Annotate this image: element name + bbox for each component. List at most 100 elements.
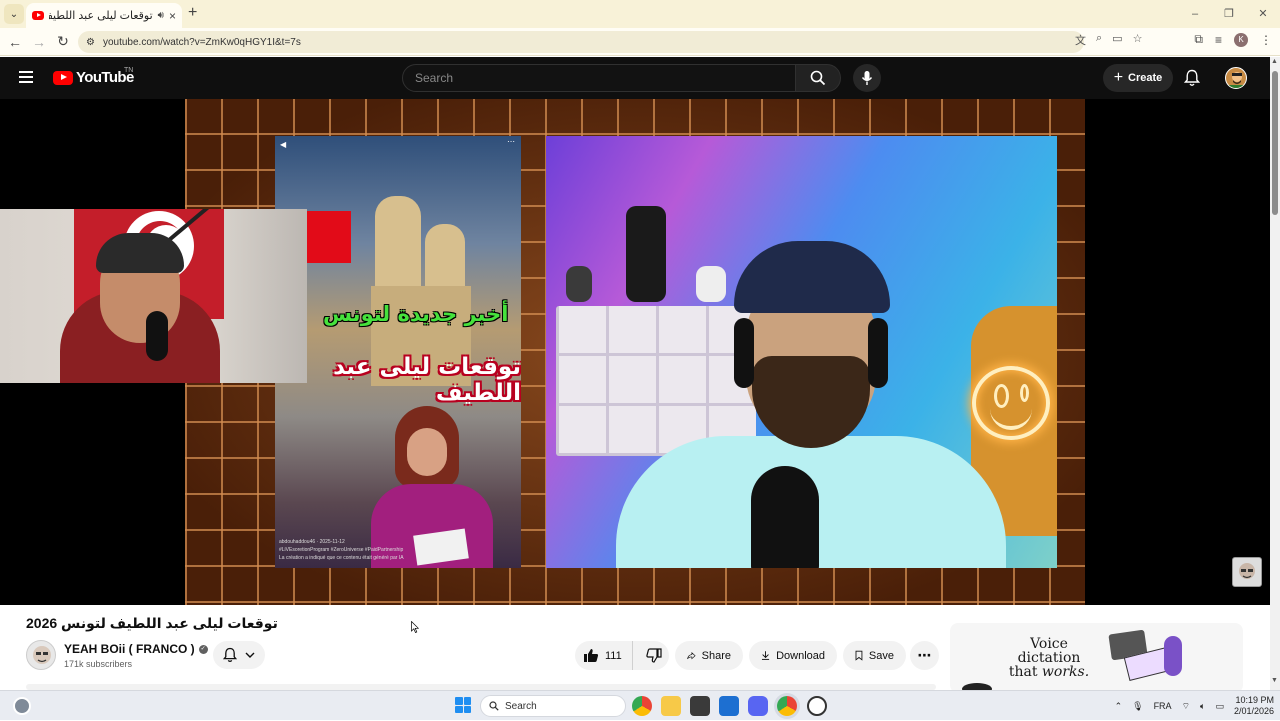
download-button[interactable]: Download — [749, 641, 837, 670]
video-player[interactable]: أخبر جديدة لتونس توقعات ليلى عبد اللطيف … — [0, 99, 1270, 605]
store-app-icon[interactable] — [690, 696, 710, 716]
site-info-icon[interactable]: ⚙ — [86, 37, 95, 48]
ad-headline-emphasis: works. — [1041, 664, 1090, 680]
clock-time: 10:19 PM — [1235, 695, 1274, 705]
volume-icon[interactable]: 🔈︎ — [1200, 701, 1205, 712]
weather-widget-icon[interactable] — [13, 697, 31, 715]
like-button[interactable]: 111 — [575, 641, 634, 670]
file-explorer-icon[interactable] — [661, 696, 681, 716]
discord-app-icon[interactable] — [748, 696, 768, 716]
browser-menu-icon[interactable]: ⋮ — [1260, 33, 1272, 47]
save-button[interactable]: Save — [843, 641, 906, 670]
battery-icon[interactable]: ▭ — [1215, 701, 1224, 712]
dislike-button[interactable] — [639, 648, 669, 663]
user-avatar[interactable] — [1225, 67, 1247, 89]
back-button[interactable]: ← — [3, 34, 27, 50]
clip-caption: abdouhaddou46 · 2025-11-12 #LiVEsoretion… — [279, 538, 515, 562]
download-icon — [761, 651, 770, 660]
minimize-button[interactable]: – — [1178, 0, 1212, 28]
notifications-bell-icon[interactable] — [1183, 69, 1201, 92]
mute-icon: ◀︎ — [280, 140, 287, 149]
share-button[interactable]: Share — [675, 641, 743, 670]
start-button[interactable] — [455, 697, 471, 713]
mail-app-icon[interactable] — [719, 696, 739, 716]
youtube-favicon-icon — [32, 11, 44, 20]
ad-headline-line1: Voice dictation — [1017, 636, 1081, 666]
like-dislike-group: 111 — [575, 641, 669, 670]
mouse-cursor-icon — [411, 621, 419, 633]
reload-button[interactable]: ↻ — [51, 33, 75, 50]
download-label: Download — [776, 649, 825, 662]
input-language[interactable]: FRA — [1154, 701, 1172, 711]
overlay-headline-green: أخبر جديدة لتونس — [323, 302, 509, 326]
share-label: Share — [701, 649, 731, 662]
tab-title: توقعات ليلى عبد اللطيف لتو — [49, 10, 153, 22]
reading-list-icon[interactable]: ≡ — [1215, 33, 1222, 47]
page-scrollbar[interactable]: ▲ ▼ — [1270, 57, 1280, 690]
chrome-active-app-icon[interactable] — [777, 696, 797, 716]
channel-name[interactable]: YEAH BOii ( FRANCO ) — [64, 642, 195, 656]
steam-app-icon[interactable] — [807, 696, 827, 716]
zoom-icon[interactable]: ⌕ — [1096, 32, 1102, 48]
bookmark-icon — [855, 650, 863, 661]
profile-avatar[interactable]: K — [1234, 32, 1248, 47]
share-arrow-icon — [687, 651, 696, 659]
channel-avatar[interactable] — [26, 640, 56, 670]
speaker-icon[interactable]: 🔊︎ — [158, 10, 164, 21]
url-text: youtube.com/watch?v=ZmKw0qHGY1I&t=7s — [102, 36, 301, 48]
subscribed-notifications-button[interactable] — [213, 641, 265, 669]
new-tab-button[interactable]: + — [188, 4, 197, 22]
cast-icon[interactable]: ▭ — [1112, 32, 1122, 48]
scroll-up-arrow[interactable]: ▲ — [1271, 58, 1278, 65]
extensions-icon[interactable]: ⧉ — [1194, 32, 1203, 47]
ad-headline-line2: that works. — [1008, 664, 1090, 680]
scroll-down-arrow[interactable]: ▼ — [1271, 677, 1278, 684]
clip-caption-author: abdouhaddou46 · 2025-11-12 — [279, 539, 345, 545]
create-button[interactable]: + Create — [1103, 64, 1173, 92]
youtube-play-icon — [53, 70, 73, 85]
translate-icon[interactable]: 文 — [1075, 32, 1086, 48]
thumbs-down-icon — [646, 648, 662, 663]
chrome-app-icon[interactable] — [632, 696, 652, 716]
windows-taskbar: Search ⌃ 🎙︎ FRA ⌔ 🔈︎ ▭ 10:19 PM 2/01/202… — [0, 690, 1280, 720]
microphone-icon — [861, 71, 873, 85]
close-window-button[interactable]: ✕ — [1246, 0, 1280, 28]
voice-search-button[interactable] — [853, 64, 881, 92]
thumbs-up-icon — [584, 649, 599, 662]
hamburger-menu-icon[interactable] — [19, 71, 33, 83]
clock-date: 2/01/2026 — [1233, 706, 1274, 716]
browser-tabbar: ⌄ توقعات ليلى عبد اللطيف لتو 🔊︎ × + – ❐ … — [0, 0, 1280, 28]
tab-close-button[interactable]: × — [169, 9, 176, 23]
sidebar-ad[interactable]: Voice dictation that works. — [950, 623, 1243, 693]
clip-caption-tags: #LiVEsoretionProgram #ZeroUniverse #Paid… — [279, 547, 404, 553]
browser-tab-active[interactable]: توقعات ليلى عبد اللطيف لتو 🔊︎ × — [26, 3, 182, 28]
system-clock[interactable]: 10:19 PM 2/01/2026 — [1234, 695, 1274, 717]
wifi-icon[interactable]: ⌔ — [1182, 701, 1190, 712]
region-code: TN — [124, 67, 134, 74]
youtube-logo[interactable]: YouTube — [53, 69, 134, 86]
streamer-person — [50, 231, 220, 383]
channel-name-row[interactable]: YEAH BOii ( FRANCO ) ✓ — [64, 642, 208, 656]
address-bar[interactable]: ⚙ youtube.com/watch?v=ZmKw0qHGY1I&t=7s — [78, 31, 1084, 53]
more-actions-button[interactable]: ⋯ — [910, 641, 939, 670]
scrollbar-thumb[interactable] — [1272, 71, 1278, 215]
more-options-icon: ⋯ — [507, 137, 515, 146]
taskbar-search-box[interactable]: Search — [480, 695, 626, 717]
ad-illustration — [1104, 626, 1194, 682]
tab-search-button[interactable]: ⌄ — [4, 4, 24, 24]
plus-icon: + — [1113, 69, 1124, 86]
overlay-headline-white: توقعات ليلى عبد اللطيف — [333, 354, 521, 406]
maximize-button[interactable]: ❐ — [1212, 0, 1246, 28]
search-input[interactable]: Search — [402, 64, 796, 92]
search-button[interactable] — [795, 64, 841, 92]
forward-button[interactable]: → — [27, 34, 51, 50]
channel-watermark[interactable] — [1232, 557, 1262, 587]
bookmark-star-icon[interactable]: ☆ — [1133, 32, 1143, 48]
clip-caption-note: La création a indiqué que ce contenu éta… — [279, 555, 404, 561]
chevron-down-icon — [245, 652, 255, 658]
tray-microphone-icon[interactable]: 🎙︎ — [1132, 701, 1143, 712]
embedded-clip-right — [546, 136, 1057, 568]
tray-overflow-icon[interactable]: ⌃ — [1115, 701, 1123, 712]
presenter-man — [606, 226, 1006, 568]
search-icon — [489, 701, 499, 711]
